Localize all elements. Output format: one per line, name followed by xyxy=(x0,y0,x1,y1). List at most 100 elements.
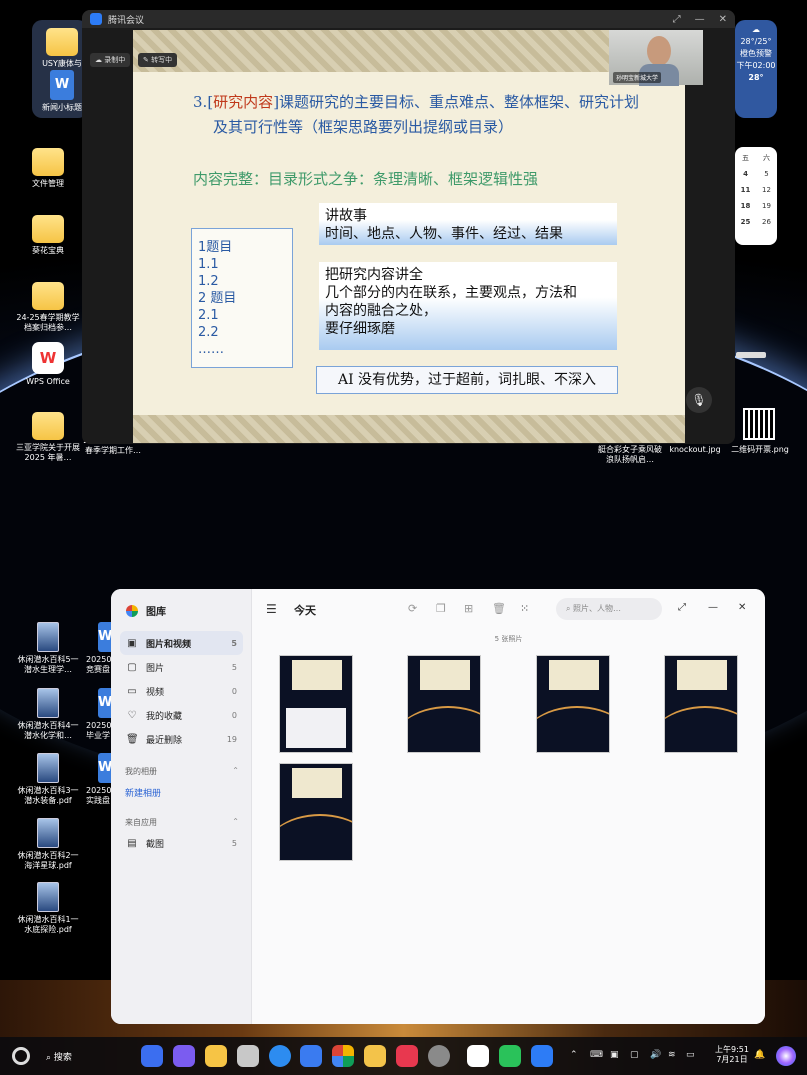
slide-subheading: 内容完整：目录形式之争：条理清晰、框架逻辑性强 xyxy=(193,170,539,188)
desktop-icon[interactable]: 24-25春学期教学档案归档参… xyxy=(16,282,80,333)
participant-face xyxy=(647,36,671,66)
mail-icon[interactable] xyxy=(300,1045,322,1067)
desktop-icon[interactable]: W 202507实践盘 xyxy=(82,753,112,806)
chevron-up-icon[interactable]: ⌃ xyxy=(570,1050,578,1060)
sidebar-item-favorites[interactable]: ♡ 我的收藏 0 xyxy=(120,703,243,727)
desktop-icon-label: 休闲潜水百科3一潜水装备.pdf xyxy=(17,786,79,805)
thumbnail-content xyxy=(292,660,342,690)
copy-icon[interactable]: ❐ xyxy=(436,602,446,615)
recycle-bin-icon[interactable] xyxy=(237,1045,259,1067)
desktop-icon[interactable]: W 202507竞赛盘 xyxy=(82,622,112,675)
microphone-button[interactable]: 🎙 xyxy=(686,387,712,413)
delete-icon[interactable]: 🗑 xyxy=(492,602,506,615)
desktop-icon[interactable]: W 202507毕业学 xyxy=(82,688,112,741)
close-icon[interactable]: ✕ xyxy=(738,602,746,613)
gallery-title: 今天 xyxy=(294,604,316,617)
participant-video[interactable]: 孙明宝新城大学 xyxy=(609,30,703,86)
close-icon[interactable]: ✕ xyxy=(719,14,727,25)
file-manager-icon[interactable] xyxy=(205,1045,227,1067)
cloud-icon: ☁ xyxy=(752,25,760,34)
thumbnail-content xyxy=(665,706,737,752)
desktop-icon[interactable]: 休闲潜水百科3一潜水装备.pdf xyxy=(16,753,80,806)
settings-icon[interactable] xyxy=(428,1045,450,1067)
assistant-orb-icon[interactable] xyxy=(776,1046,796,1066)
sidebar-item-recently-deleted[interactable]: 🗑 最近删除 19 xyxy=(120,727,243,751)
gallery-window[interactable]: 图库 ▣ 图片和视频 5 ▢ 图片 5 ▭ 视频 0 ♡ 我的收藏 0 🗑 最近… xyxy=(111,589,765,1024)
taskbar-search[interactable]: ⌕ 搜索 xyxy=(46,1050,72,1063)
desktop-icon[interactable]: 休闲潜水百科5一潜水生理学… xyxy=(16,622,80,675)
sidebar-toggle-icon[interactable]: ☰ xyxy=(266,602,277,616)
chevron-up-icon[interactable]: ⌃ xyxy=(232,817,239,828)
edit-icon[interactable]: ⟳ xyxy=(408,602,417,615)
search-input[interactable]: ⌕ 照片、人物… xyxy=(556,598,662,620)
screen-icon[interactable]: ▢ xyxy=(630,1050,639,1060)
desktop-icon-label: 202507实践盘 xyxy=(86,786,112,805)
cloud-icon: ☁ xyxy=(95,56,105,64)
desktop-icon[interactable]: 三亚学院关于开展 2025 年暑… xyxy=(16,412,80,463)
word-doc-icon: W xyxy=(50,70,74,100)
desktop-icon[interactable]: 休闲潜水百科4一潜水化学和… xyxy=(16,688,80,741)
desktop-icon[interactable]: W WPS Office xyxy=(16,342,80,387)
desktop-icon-label: 休闲潜水百科2一海洋星球.pdf xyxy=(17,851,79,870)
app-grid-icon[interactable] xyxy=(141,1045,163,1067)
weather-widget[interactable]: ☁ 28°/25° 橙色预警 下午02:00 28° xyxy=(735,20,777,118)
sidebar-item-videos[interactable]: ▭ 视频 0 xyxy=(120,679,243,703)
meeting-window[interactable]: 腾讯会议 ⤢ — ✕ 3.[研究内容]课题研究的主要目标、重点难点、整体框架、研… xyxy=(82,10,735,444)
wechat-icon[interactable] xyxy=(499,1045,521,1067)
word-doc-icon: W xyxy=(98,753,112,783)
chevron-up-icon[interactable]: ⌃ xyxy=(232,766,239,777)
photo-thumbnail[interactable] xyxy=(279,655,353,753)
collage-icon[interactable]: ⊞ xyxy=(464,602,473,615)
start-button[interactable] xyxy=(12,1047,30,1065)
desktop-icon[interactable]: 葵花宝典 xyxy=(16,215,80,256)
restore-icon[interactable]: ⤢ xyxy=(678,602,686,613)
sidebar-item-photos-videos[interactable]: ▣ 图片和视频 5 xyxy=(120,631,243,655)
tencent-meeting-icon[interactable] xyxy=(531,1045,553,1067)
restore-icon[interactable]: ⤢ xyxy=(673,14,681,25)
multitask-icon[interactable] xyxy=(173,1045,195,1067)
meeting-titlebar[interactable]: 腾讯会议 ⤢ — ✕ xyxy=(82,10,735,28)
calendar-widget[interactable]: 五 六 4 5 11 12 18 19 25 26 xyxy=(735,147,777,245)
taskbar-clock[interactable]: 上午9:51 7月21日 xyxy=(715,1045,749,1065)
pdf-book-icon xyxy=(37,753,59,783)
desktop-icon[interactable]: 二维码开票.png xyxy=(728,445,792,455)
new-album-link[interactable]: 新建相册 xyxy=(125,786,161,799)
photo-thumbnail[interactable] xyxy=(279,763,353,861)
sidebar-item-images[interactable]: ▢ 图片 5 xyxy=(120,655,243,679)
photo-thumbnail[interactable] xyxy=(536,655,610,753)
desktop-icon[interactable]: 艇合彩女子乘风破浪队扬帆启… xyxy=(598,445,662,465)
gallery-app-icon[interactable] xyxy=(332,1045,354,1067)
sidebar-item-screenshots[interactable]: ▤ 截图 5 xyxy=(120,831,243,855)
battery-icon[interactable]: ▭ xyxy=(686,1050,695,1060)
app-gallery-icon[interactable] xyxy=(396,1045,418,1067)
notes-icon[interactable] xyxy=(364,1045,386,1067)
section-from-apps[interactable]: 来自应用 ⌃ xyxy=(125,817,239,828)
input-method-icon[interactable]: ▣ xyxy=(610,1050,619,1060)
calendar-day: 12 xyxy=(762,186,771,194)
wps-office-icon[interactable] xyxy=(467,1045,489,1067)
word-doc-icon: W xyxy=(98,622,112,652)
minimize-icon[interactable]: — xyxy=(708,602,718,613)
browser-icon[interactable] xyxy=(269,1045,291,1067)
photo-video-icon: ▣ xyxy=(127,637,137,649)
keyboard-icon[interactable]: ⌨ xyxy=(590,1050,603,1060)
recording-badge[interactable]: ☁ 录制中 xyxy=(90,53,131,67)
calendar-day: 5 xyxy=(764,170,769,178)
notification-bell-icon[interactable]: 🔔 xyxy=(754,1050,765,1060)
desktop-icon[interactable]: 休闲潜水百科1一水底探险.pdf xyxy=(16,882,80,935)
photo-thumbnail[interactable] xyxy=(664,655,738,753)
select-icon[interactable]: ⁙ xyxy=(520,602,529,615)
minimize-icon[interactable]: — xyxy=(695,14,705,25)
desktop-icon[interactable]: 休闲潜水百科2一海洋星球.pdf xyxy=(16,818,80,871)
transcribing-badge[interactable]: ✎ 转写中 xyxy=(138,53,178,67)
pdf-book-icon xyxy=(37,882,59,912)
desktop-icon[interactable]: knockout.jpg xyxy=(664,445,726,455)
desktop-icon[interactable]: 文件管理 xyxy=(16,148,80,189)
volume-icon[interactable]: 🔊 xyxy=(650,1050,661,1060)
section-my-albums[interactable]: 我的相册 ⌃ xyxy=(125,766,239,777)
qr-code-thumbnail xyxy=(743,408,775,440)
photo-thumbnail[interactable] xyxy=(407,655,481,753)
wifi-icon[interactable]: ≋ xyxy=(668,1050,676,1060)
textbox-line: 要仔细琢磨 xyxy=(325,321,395,337)
folder-icon xyxy=(46,28,78,56)
